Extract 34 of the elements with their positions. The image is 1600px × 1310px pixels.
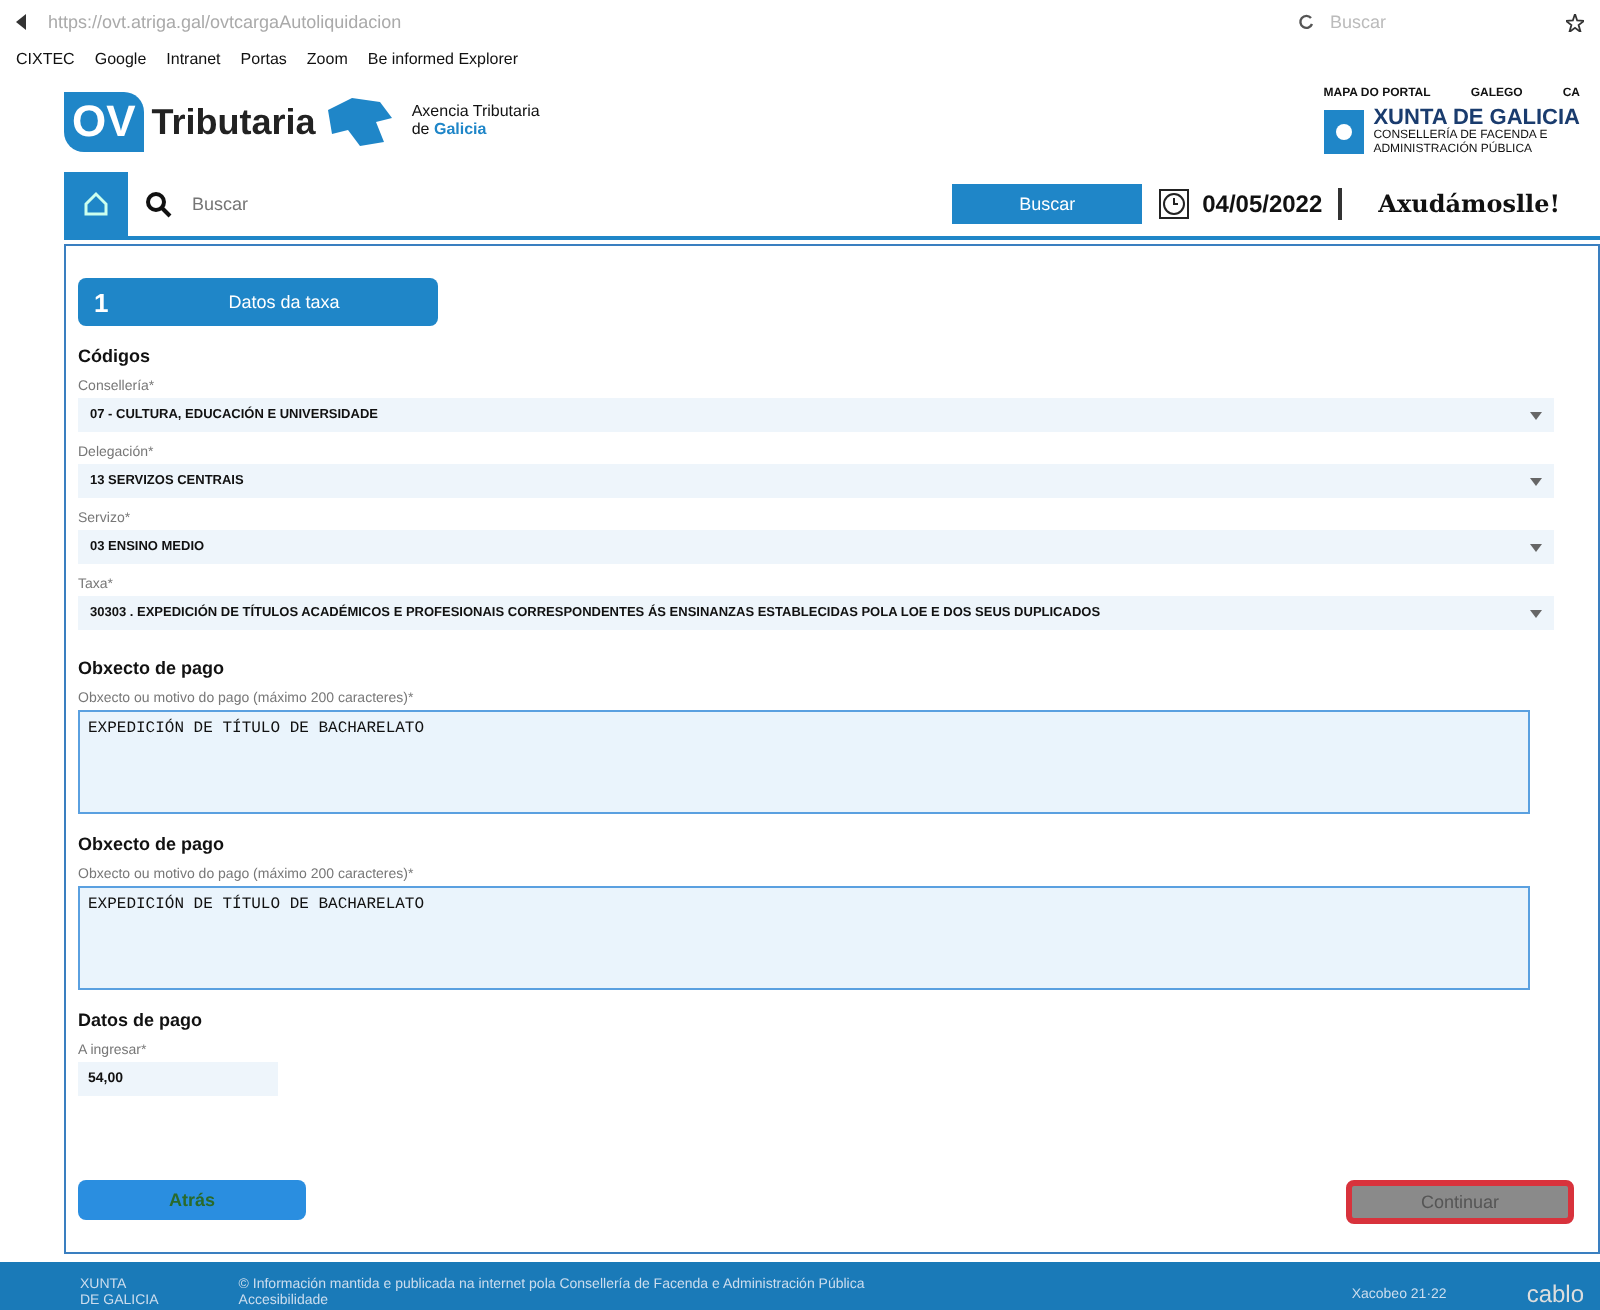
text-area[interactable]: EXPEDICIÓN DE TÍTULO DE BACHARELATO [78, 886, 1530, 990]
clock-icon [1158, 188, 1191, 220]
section-heading: Códigos [78, 346, 152, 366]
home-icon [82, 190, 110, 218]
logo-badge: OV [64, 92, 144, 152]
caret-icon [1530, 609, 1542, 617]
bookmark[interactable]: Intranet [166, 49, 221, 67]
logo-text: Tributaria [151, 101, 316, 143]
section-heading: Obxecto de pago [78, 834, 227, 854]
step-tab[interactable]: 1 Datos da taxa [78, 278, 438, 326]
footer-brand: cablo [1526, 1280, 1584, 1308]
caret-icon [1530, 543, 1542, 551]
star-icon[interactable] [1566, 13, 1584, 31]
bookmark[interactable]: Zoom [306, 49, 348, 67]
bookmark[interactable]: Portas [240, 49, 287, 67]
reload-icon[interactable] [1298, 14, 1314, 30]
section-heading: Datos de pago [78, 1010, 205, 1030]
bookmark[interactable]: CIXTEC [16, 49, 75, 67]
xunta-title: XUNTA DE GALICIA [1373, 105, 1580, 130]
search-button[interactable]: Buscar [952, 184, 1143, 224]
search-icon [144, 190, 172, 218]
caret-icon [1530, 477, 1542, 485]
bookmark[interactable]: Google [94, 49, 147, 67]
caret-icon [1530, 411, 1542, 419]
text-area[interactable]: EXPEDICIÓN DE TÍTULO DE BACHARELATO [78, 710, 1530, 814]
help-link[interactable]: Axudámoslle! [1378, 190, 1560, 218]
agency-name: Axencia Tributaria de Galicia [411, 104, 540, 140]
bookmark[interactable]: Be informed Explorer [367, 49, 519, 67]
section-heading: Obxecto de pago [78, 658, 227, 678]
date-text: 04/05/2022 [1202, 190, 1323, 218]
emblem-icon [1323, 109, 1364, 153]
map-icon [323, 94, 396, 150]
back-icon[interactable] [16, 14, 32, 30]
home-button[interactable] [64, 172, 128, 236]
